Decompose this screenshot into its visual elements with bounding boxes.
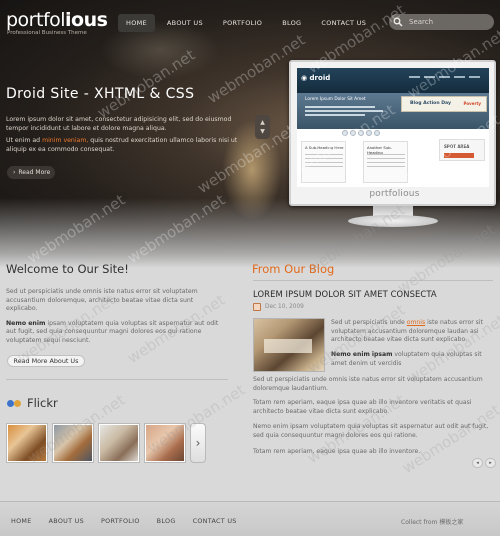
monitor-screen: ◉ droid Lorem Ipsum Dolor Sit Amet Blog … [297,68,489,187]
monitor-stand-base [348,215,438,227]
screen-spot-title: SPOT AREA [444,144,470,149]
screen-dots [342,130,380,136]
nav-contact-us[interactable]: CONTACT US [313,14,374,32]
screen-nav [409,76,480,78]
footer-nav-portfolio[interactable]: PORTFOLIO [101,517,140,525]
monitor-brand: portfolious [369,189,420,199]
slider-control: ▲ ▼ [255,115,270,139]
footer-nav-contact-us[interactable]: CONTACT US [193,517,237,525]
screen-promo-title: Blog Action Day [410,101,451,106]
logo-text-bold: ious [65,9,108,31]
hero-paragraph-2: Ut enim ad minim veniam, quis nostrud ex… [6,136,238,154]
search-input[interactable] [409,18,489,26]
post-date: Dec 10, 2009 [253,303,304,311]
blog-divider [253,280,493,281]
welcome-paragraph-1: Sed ut perspiciatis unde omnis iste natu… [6,288,198,313]
hero-title: Droid Site - XHTML & CSS [6,86,195,102]
flickr-title: Flickr [27,396,58,410]
logo-text-light: portfol [6,9,66,31]
post-p1-link[interactable]: omnis [407,319,425,326]
hero-p2-highlight: minim veniam, [42,137,89,144]
read-more-label: Read More [18,169,51,176]
footer: HOME ABOUT US PORTFOLIO BLOG CONTACT US … [0,501,500,536]
welcome-paragraph-2: Nemo enim ipsam voluptatem quia voluptas… [6,320,226,346]
screen-promo: Blog Action Day Poverty [401,96,487,112]
screen-spot-area: SPOT AREA [439,139,485,161]
welcome-section: Welcome to Our Site! Sed ut perspiciatis… [6,262,226,346]
hero-fade [0,198,500,268]
flickr-thumb-1[interactable] [6,423,48,463]
nav-home[interactable]: HOME [118,14,155,32]
post-paragraph-3: Sed ut perspiciatis unde omnis iste natu… [253,376,483,392]
post-paragraph-5: Nemo enim ipsam voluptatem quia voluptas… [253,423,489,439]
chevron-right-icon: › [13,169,16,176]
post-image[interactable] [253,318,325,372]
nav-about-us[interactable]: ABOUT US [159,14,211,32]
screen-box-2: Another Sub-Heading [363,141,408,183]
site-logo[interactable]: portfolious Professional Business Theme [6,9,108,36]
screen-box-1-title: A Sub-Heading Here [305,145,344,150]
blog-pager: ◂ ▸ [472,458,496,468]
magnifier-icon[interactable] [393,17,403,27]
flickr-thumb-4[interactable] [144,423,186,463]
nav-blog[interactable]: BLOG [274,14,309,32]
screen-promo-badge: Poverty [463,101,482,106]
flickr-thumb-2[interactable] [52,423,94,463]
flickr-thumbnails: › [6,423,206,463]
post-paragraph-6: Totam rem aperiam, eaque ipsa quae ab il… [253,448,421,455]
screen-banner-title: Lorem Ipsum Dolor Sit Amet [305,97,366,102]
blog-next-button[interactable]: ▸ [485,458,496,468]
blog-prev-button[interactable]: ◂ [472,458,483,468]
footer-nav-home[interactable]: HOME [11,517,32,525]
post-paragraph-1: Sed ut perspiciatis unde omnis iste natu… [331,319,494,345]
logo-text: portfolious [6,9,108,31]
flickr-thumb-3[interactable] [98,423,140,463]
welcome-p2-bold: Nemo enim [6,319,46,327]
post-paragraph-4: Totam rem aperiam, eaque ipsa quae ab il… [253,399,472,415]
footer-nav-blog[interactable]: BLOG [157,517,176,525]
blog-section: From Our Blog [252,262,494,276]
calendar-icon [253,303,261,311]
monitor-mockup: ◉ droid Lorem Ipsum Dolor Sit Amet Blog … [289,60,496,206]
post-p1-text-a: Sed ut perspiciatis unde [331,319,407,326]
nav-portfolio[interactable]: PORTFOLIO [215,14,270,32]
slider-prev-icon[interactable]: ▲ [260,118,265,127]
hero-p2-text-a: Ut enim ad [6,137,43,144]
footer-nav: HOME ABOUT US PORTFOLIO BLOG CONTACT US [11,517,237,525]
footer-copyright[interactable]: Collect from 模板之家 [401,517,463,526]
screen-box-1: A Sub-Heading Here [301,141,346,183]
post-paragraph-2: Nemo enim ipsam voluptatem quia voluptas… [331,351,494,368]
footer-nav-about-us[interactable]: ABOUT US [49,517,84,525]
flickr-icon [7,399,21,407]
flickr-next-button[interactable]: › [190,423,206,463]
post-title[interactable]: LOREM IPSUM DOLOR SIT AMET CONSECTA [253,289,437,299]
search-box [389,14,494,30]
flickr-heading: Flickr [7,396,58,410]
hero-paragraph-1: Lorem ipsum dolor sit amet, consectetur … [6,116,232,132]
main-nav: HOME ABOUT US PORTFOLIO BLOG CONTACT US [118,14,374,32]
read-more-about-us-button[interactable]: Read More About Us [7,355,85,367]
post-date-text: Dec 10, 2009 [265,304,304,310]
welcome-title: Welcome to Our Site! [6,262,129,276]
screen-logo: ◉ droid [301,74,331,82]
blog-heading: From Our Blog [252,262,335,276]
screen-header: ◉ droid [297,68,489,93]
hero-read-more-button[interactable]: › Read More [7,166,55,179]
slider-next-icon[interactable]: ▼ [260,127,265,136]
post-p2-bold: Nemo enim ipsam [331,351,393,358]
divider [6,379,228,380]
